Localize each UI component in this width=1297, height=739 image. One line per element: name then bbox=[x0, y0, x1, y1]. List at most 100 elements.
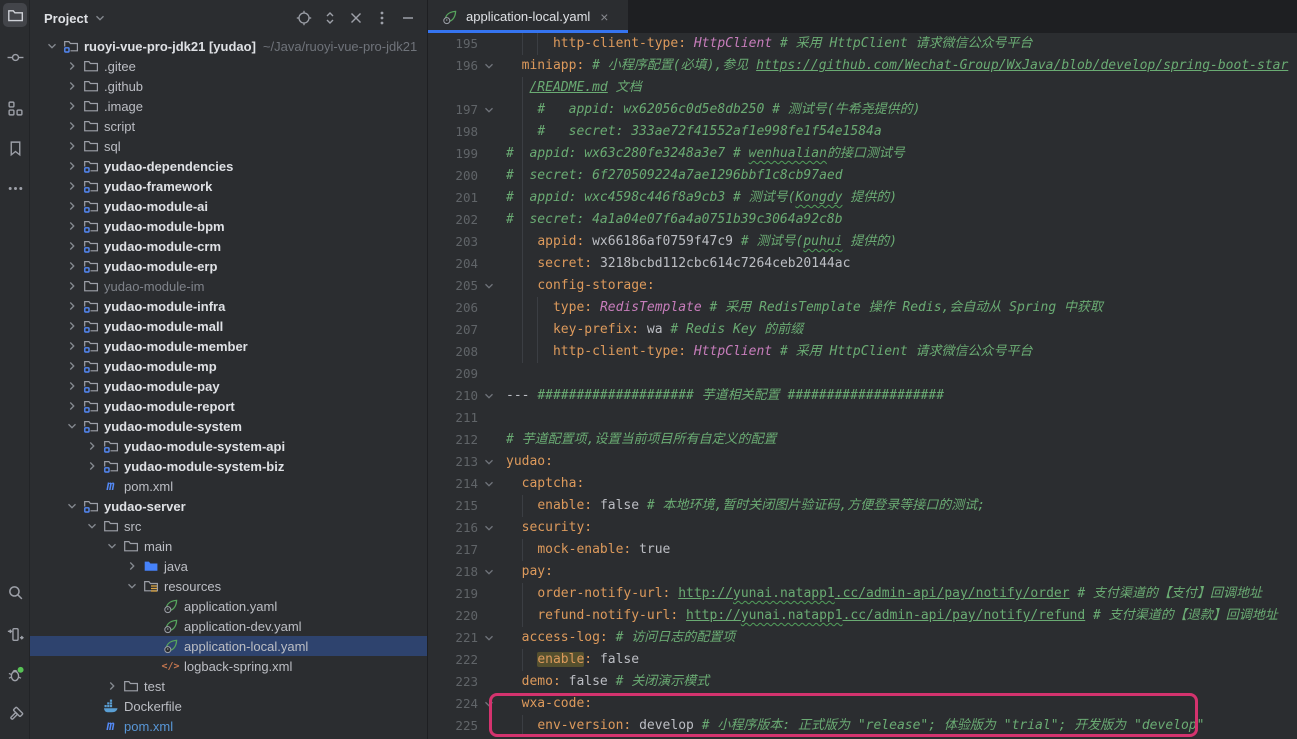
code-line[interactable]: 196 miniapp: # 小程序配置(必填),参见 https://gith… bbox=[428, 55, 1297, 77]
chevron-right-icon[interactable] bbox=[63, 379, 81, 393]
code-line[interactable]: 204 secret: 3218bcbd112cbc614c7264ceb201… bbox=[428, 253, 1297, 275]
code-text[interactable]: key-prefix: wa # Redis Key 的前缀 bbox=[500, 319, 1297, 341]
code-line[interactable]: 205 config-storage: bbox=[428, 275, 1297, 297]
code-text[interactable]: yudao: bbox=[500, 451, 1297, 473]
code-line[interactable]: 224 wxa-code: bbox=[428, 693, 1297, 715]
tree-item[interactable]: yudao-module-system bbox=[30, 416, 427, 436]
code-text[interactable]: secret: 3218bcbd112cbc614c7264ceb20144ac bbox=[500, 253, 1297, 275]
tree-item[interactable]: yudao-module-system-biz bbox=[30, 456, 427, 476]
code-text[interactable]: mock-enable: true bbox=[500, 539, 1297, 561]
code-line[interactable]: 201# appid: wxc4598c446f8a9cb3 # 测试号(Kon… bbox=[428, 187, 1297, 209]
fold-chevron-icon[interactable] bbox=[478, 627, 500, 649]
code-line[interactable]: 219 order-notify-url: http://yunai.natap… bbox=[428, 583, 1297, 605]
code-text[interactable]: config-storage: bbox=[500, 275, 1297, 297]
structure-icon[interactable] bbox=[3, 96, 27, 120]
chevron-right-icon[interactable] bbox=[63, 319, 81, 333]
more-tool-windows-icon[interactable] bbox=[3, 176, 27, 200]
chevron-down-icon[interactable] bbox=[43, 39, 61, 53]
code-line[interactable]: 212# 芋道配置项,设置当前项目所有自定义的配置 bbox=[428, 429, 1297, 451]
code-line[interactable]: 202# secret: 4a1a04e07f6a4a0751b39c3064a… bbox=[428, 209, 1297, 231]
more-options-icon[interactable] bbox=[369, 5, 395, 31]
code-line[interactable]: 200# secret: 6f270509224a7ae1296bbf1c8cb… bbox=[428, 165, 1297, 187]
expand-all-icon[interactable] bbox=[317, 5, 343, 31]
code-line[interactable]: 214 captcha: bbox=[428, 473, 1297, 495]
tree-item[interactable]: src bbox=[30, 516, 427, 536]
tree-item[interactable]: yudao-module-crm bbox=[30, 236, 427, 256]
code-text[interactable]: type: RedisTemplate # 采用 RedisTemplate 操… bbox=[500, 297, 1297, 319]
code-text[interactable]: captcha: bbox=[500, 473, 1297, 495]
code-text[interactable]: /README.md 文档 bbox=[500, 77, 1297, 99]
tree-item[interactable]: yudao-module-infra bbox=[30, 296, 427, 316]
chevron-right-icon[interactable] bbox=[63, 79, 81, 93]
tree-item[interactable]: mpom.xml bbox=[30, 716, 427, 736]
chevron-down-icon[interactable] bbox=[63, 419, 81, 433]
services-icon[interactable] bbox=[3, 622, 27, 646]
code-text[interactable]: miniapp: # 小程序配置(必填),参见 https://github.c… bbox=[500, 55, 1297, 77]
tree-item[interactable]: ruoyi-vue-pro-jdk21 [yudao]~/Java/ruoyi-… bbox=[30, 36, 427, 56]
tree-item[interactable]: application.yaml bbox=[30, 596, 427, 616]
code-line[interactable]: 198 # secret: 333ae72f41552af1e998fe1f54… bbox=[428, 121, 1297, 143]
chevron-right-icon[interactable] bbox=[83, 459, 101, 473]
code-text[interactable]: http-client-type: HttpClient # 采用 HttpCl… bbox=[500, 341, 1297, 363]
code-text[interactable]: # secret: 4a1a04e07f6a4a0751b39c3064a92c… bbox=[500, 209, 1297, 231]
fold-chevron-icon[interactable] bbox=[478, 451, 500, 473]
fold-chevron-icon[interactable] bbox=[478, 275, 500, 297]
tree-item[interactable]: yudao-dependencies bbox=[30, 156, 427, 176]
code-text[interactable]: # 芋道配置项,设置当前项目所有自定义的配置 bbox=[500, 429, 1297, 451]
tree-item[interactable]: </>logback-spring.xml bbox=[30, 656, 427, 676]
code-text[interactable]: env-version: develop # 小程序版本: 正式版为 "rele… bbox=[500, 715, 1297, 737]
chevron-right-icon[interactable] bbox=[63, 219, 81, 233]
close-tab-icon[interactable]: × bbox=[600, 10, 608, 24]
editor-tab[interactable]: application-local.yaml × bbox=[428, 0, 628, 33]
code-line[interactable]: 207 key-prefix: wa # Redis Key 的前缀 bbox=[428, 319, 1297, 341]
code-text[interactable]: access-log: # 访问日志的配置项 bbox=[500, 627, 1297, 649]
tree-item[interactable]: yudao-module-mp bbox=[30, 356, 427, 376]
tree-item[interactable]: application-local.yaml bbox=[30, 636, 427, 656]
tree-item[interactable]: yudao-module-erp bbox=[30, 256, 427, 276]
tree-item[interactable]: yudao-module-pay bbox=[30, 376, 427, 396]
tree-item[interactable]: mpom.xml bbox=[30, 476, 427, 496]
code-text[interactable]: http-client-type: HttpClient # 采用 HttpCl… bbox=[500, 33, 1297, 55]
code-text[interactable]: wxa-code: bbox=[500, 693, 1297, 715]
code-line[interactable]: 195 http-client-type: HttpClient # 采用 Ht… bbox=[428, 33, 1297, 55]
code-line[interactable]: 213yudao: bbox=[428, 451, 1297, 473]
chevron-right-icon[interactable] bbox=[63, 59, 81, 73]
chevron-down-icon[interactable] bbox=[63, 499, 81, 513]
fold-chevron-icon[interactable] bbox=[478, 693, 500, 715]
tree-item[interactable]: script bbox=[30, 116, 427, 136]
chevron-right-icon[interactable] bbox=[123, 559, 141, 573]
code-text[interactable]: demo: false # 关闭演示模式 bbox=[500, 671, 1297, 693]
code-line[interactable]: 215 enable: false # 本地环境,暂时关闭图片验证码,方便登录等… bbox=[428, 495, 1297, 517]
code-line[interactable]: 216 security: bbox=[428, 517, 1297, 539]
code-line[interactable]: 208 http-client-type: HttpClient # 采用 Ht… bbox=[428, 341, 1297, 363]
code-line[interactable]: 203 appid: wx66186af0759f47c9 # 测试号(puhu… bbox=[428, 231, 1297, 253]
tree-item[interactable]: yudao-framework bbox=[30, 176, 427, 196]
chevron-right-icon[interactable] bbox=[63, 199, 81, 213]
chevron-right-icon[interactable] bbox=[103, 679, 121, 693]
tree-item[interactable]: test bbox=[30, 676, 427, 696]
locate-file-icon[interactable] bbox=[291, 5, 317, 31]
tree-item[interactable]: .image bbox=[30, 96, 427, 116]
chevron-down-icon[interactable] bbox=[83, 519, 101, 533]
chevron-right-icon[interactable] bbox=[63, 339, 81, 353]
search-icon[interactable] bbox=[3, 580, 27, 604]
code-line[interactable]: 225 env-version: develop # 小程序版本: 正式版为 "… bbox=[428, 715, 1297, 737]
code-text[interactable]: # appid: wx62056c0d5e8db250 # 测试号(牛希尧提供的… bbox=[500, 99, 1297, 121]
chevron-right-icon[interactable] bbox=[63, 399, 81, 413]
code-text[interactable]: # secret: 333ae72f41552af1e998fe1f54e158… bbox=[500, 121, 1297, 143]
collapse-all-icon[interactable] bbox=[343, 5, 369, 31]
chevron-right-icon[interactable] bbox=[63, 119, 81, 133]
chevron-right-icon[interactable] bbox=[63, 299, 81, 313]
chevron-right-icon[interactable] bbox=[63, 99, 81, 113]
code-line[interactable]: 199# appid: wx63c280fe3248a3e7 # wenhual… bbox=[428, 143, 1297, 165]
code-text[interactable] bbox=[500, 363, 1297, 385]
tree-item[interactable]: java bbox=[30, 556, 427, 576]
tree-item[interactable]: sql bbox=[30, 136, 427, 156]
code-line[interactable]: 221 access-log: # 访问日志的配置项 bbox=[428, 627, 1297, 649]
chevron-right-icon[interactable] bbox=[63, 239, 81, 253]
chevron-right-icon[interactable] bbox=[83, 439, 101, 453]
tree-item[interactable]: yudao-module-im bbox=[30, 276, 427, 296]
tree-item[interactable]: yudao-module-mall bbox=[30, 316, 427, 336]
commit-icon[interactable] bbox=[3, 45, 27, 69]
tree-item[interactable]: .gitee bbox=[30, 56, 427, 76]
